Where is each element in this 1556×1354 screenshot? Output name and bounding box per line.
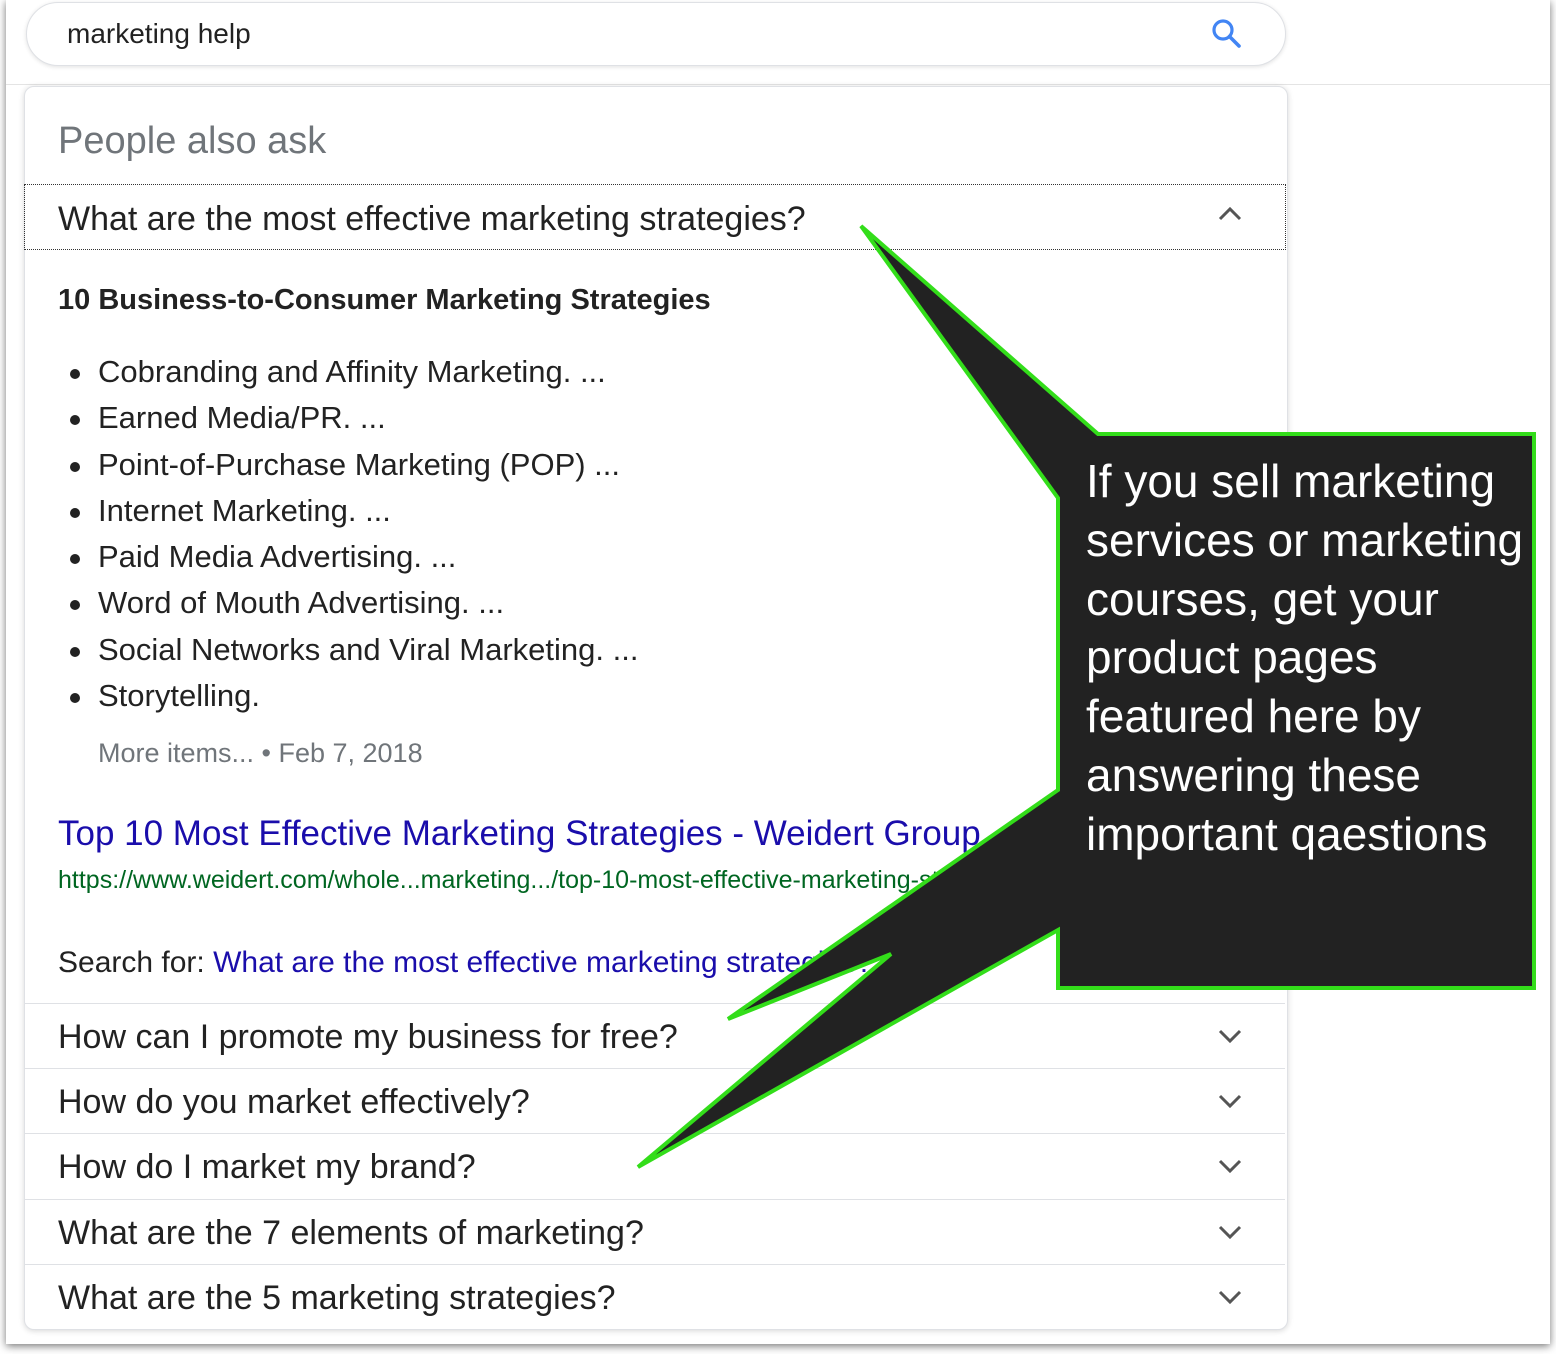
people-also-ask-title: People also ask — [58, 120, 327, 162]
result-title-link[interactable]: Top 10 Most Effective Marketing Strategi… — [58, 814, 981, 854]
chevron-down-icon[interactable] — [1216, 1087, 1244, 1115]
question-market-brand[interactable]: How do I market my brand? — [58, 1148, 476, 1187]
chevron-down-icon[interactable] — [1216, 1152, 1244, 1180]
question-7-elements[interactable]: What are the 7 elements of marketing? — [58, 1214, 644, 1253]
search-icon[interactable] — [1210, 17, 1244, 51]
search-box[interactable] — [26, 2, 1286, 66]
question-divider — [25, 1133, 1285, 1134]
header-divider — [6, 84, 1550, 85]
result-url: https://www.weidert.com/whole...marketin… — [58, 866, 1028, 894]
chevron-up-icon[interactable] — [1216, 200, 1244, 228]
chevron-down-icon[interactable] — [1216, 1218, 1244, 1246]
chevron-down-icon[interactable] — [1216, 1283, 1244, 1311]
chevron-down-icon[interactable] — [1216, 1022, 1244, 1050]
expanded-question-text[interactable]: What are the most effective marketing st… — [58, 200, 806, 239]
question-divider — [25, 1199, 1285, 1200]
search-for-link[interactable]: What are the most effective marketing st… — [213, 946, 873, 979]
list-item: Paid Media Advertising. ... — [58, 534, 638, 580]
question-5-strategies[interactable]: What are the 5 marketing strategies? — [58, 1279, 616, 1318]
list-item: Cobranding and Affinity Marketing. ... — [58, 349, 638, 395]
search-input[interactable] — [67, 15, 1167, 53]
question-divider — [25, 1068, 1285, 1069]
callout-text: If you sell marketing services or market… — [1086, 455, 1524, 860]
list-item: Point-of-Purchase Marketing (POP) ... — [58, 442, 638, 488]
question-divider — [25, 1264, 1285, 1265]
search-for-label: Search for: — [58, 946, 214, 979]
answer-heading: 10 Business-to-Consumer Marketing Strate… — [58, 284, 711, 316]
more-items-date: More items... • Feb 7, 2018 — [98, 738, 423, 768]
list-item: Storytelling. — [58, 673, 638, 719]
question-promote-free[interactable]: How can I promote my business for free? — [58, 1018, 678, 1057]
question-divider — [25, 1003, 1285, 1004]
list-item: Earned Media/PR. ... — [58, 395, 638, 441]
answer-list: Cobranding and Affinity Marketing. ... E… — [58, 349, 638, 719]
question-market-effectively[interactable]: How do you market effectively? — [58, 1083, 530, 1122]
list-item: Word of Mouth Advertising. ... — [58, 580, 638, 626]
list-item: Social Networks and Viral Marketing. ... — [58, 627, 638, 673]
search-for-row: Search for: What are the most effective … — [58, 946, 873, 980]
list-item: Internet Marketing. ... — [58, 488, 638, 534]
browser-frame: People also ask What are the most effect… — [6, 0, 1550, 1344]
